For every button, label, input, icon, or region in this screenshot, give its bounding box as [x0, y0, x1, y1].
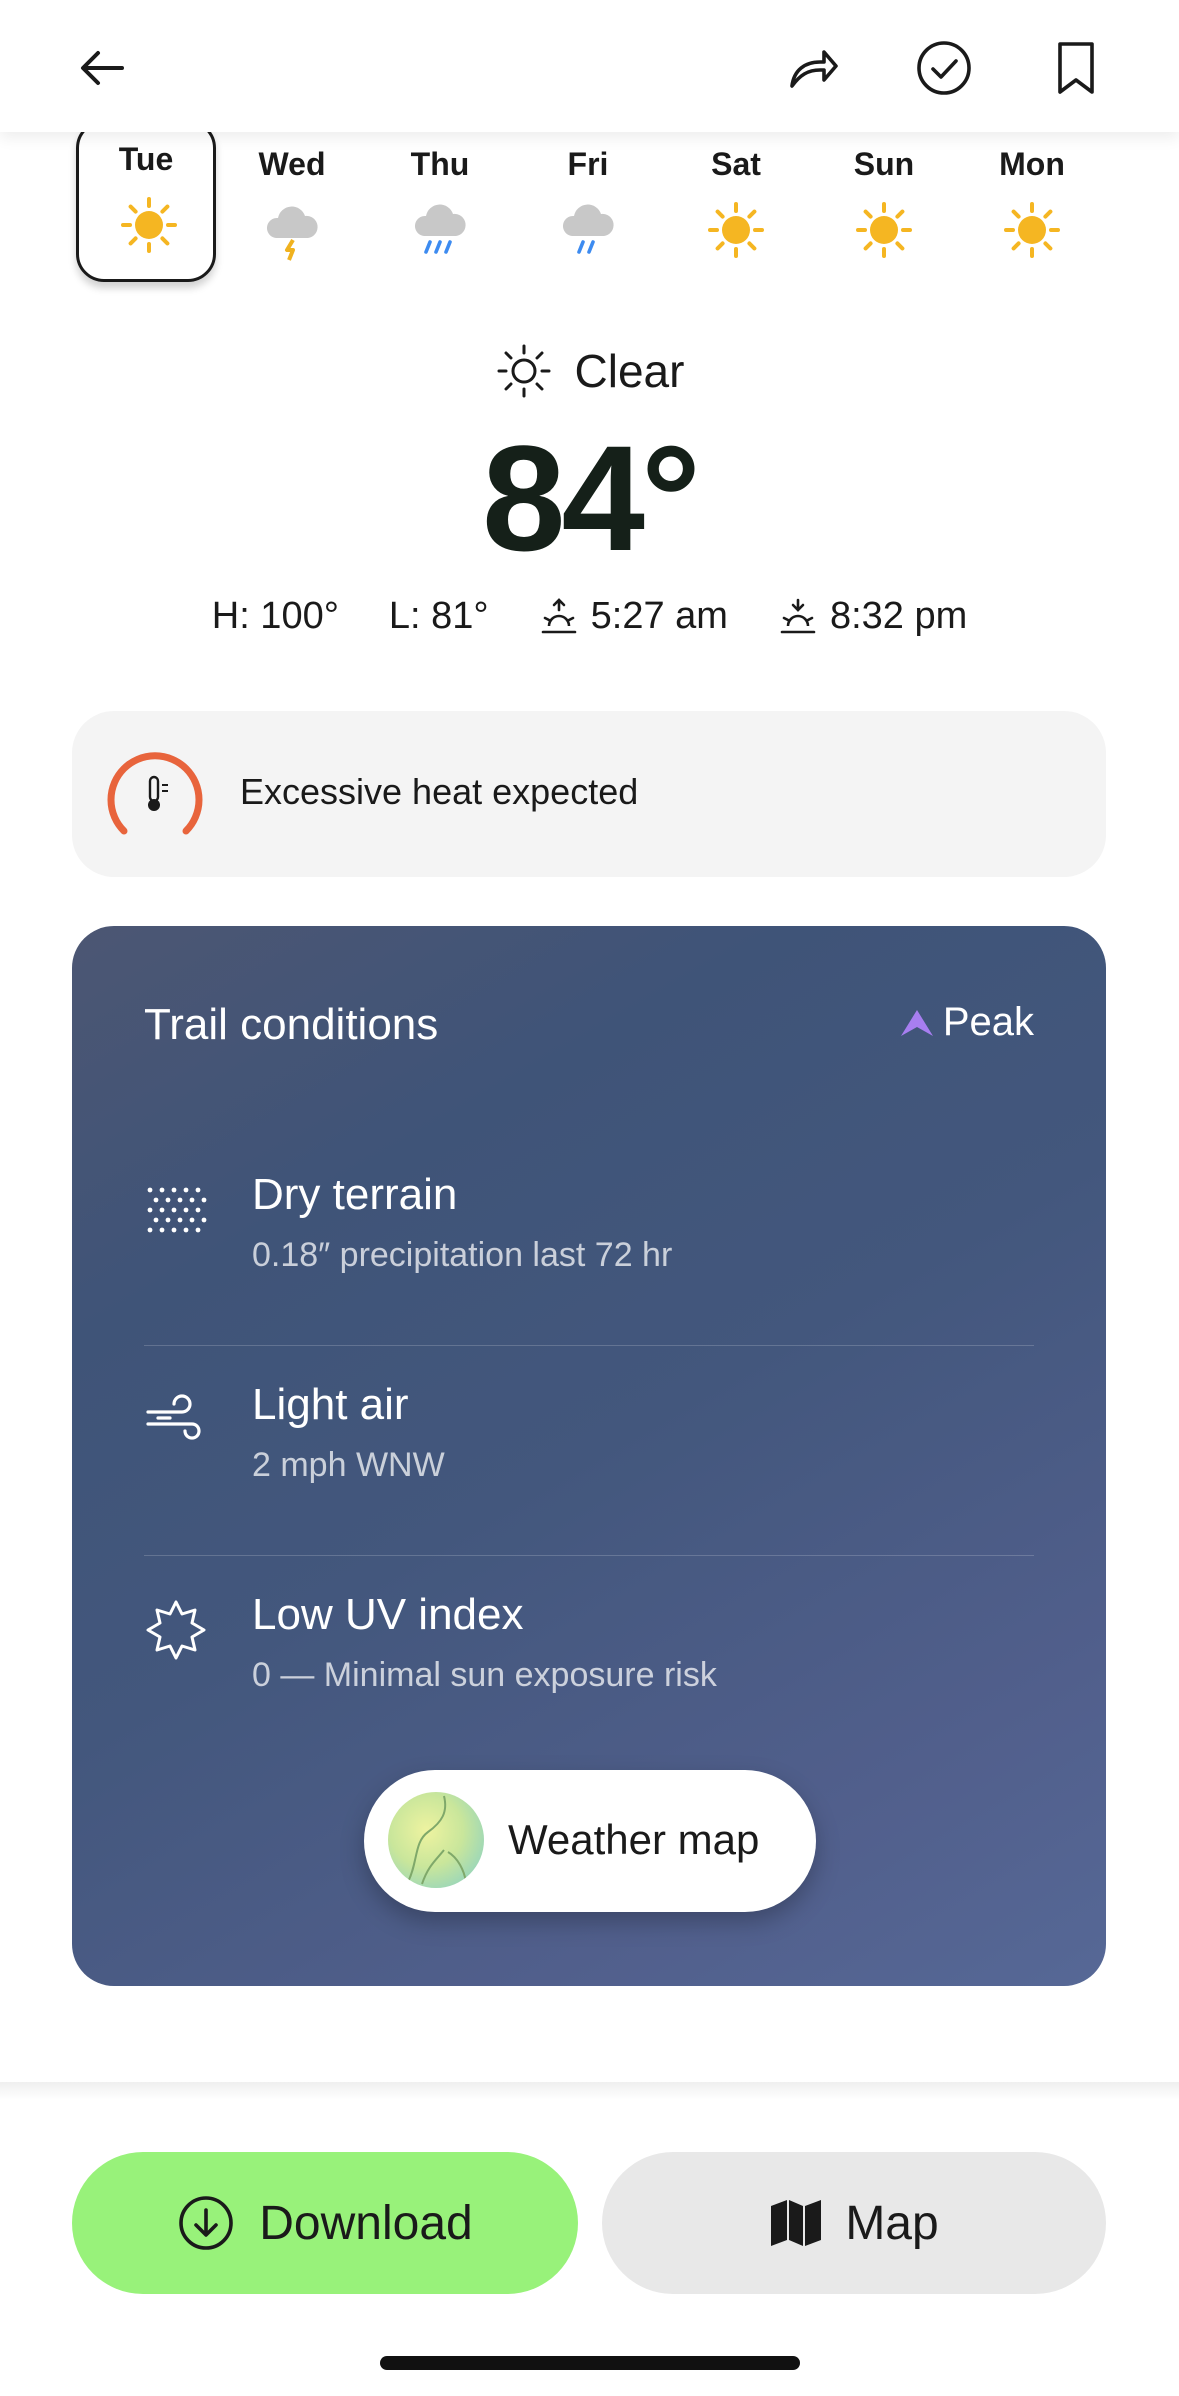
sunrise-icon [541, 598, 576, 634]
weather-map-label: Weather map [508, 1816, 760, 1863]
weather-map-button[interactable]: Weather map [364, 1770, 816, 1912]
back-button[interactable] [70, 36, 134, 100]
day-label: Wed [258, 146, 326, 182]
trail-item-terrain: Dry terrain 0.18″ precipitation last 72 … [144, 1136, 1034, 1346]
rain-icon [414, 204, 466, 254]
day-sat[interactable]: Sat [666, 128, 806, 290]
high-temp: H: 100° [211, 594, 339, 637]
terrain-dots-icon [147, 1187, 207, 1233]
day-thu[interactable]: Thu [370, 128, 510, 290]
low-temp: L: 81° [388, 594, 489, 637]
sunrise-time: 5:27 am [590, 594, 728, 637]
arrow-left-icon [81, 51, 124, 85]
day-sun[interactable]: Sun [814, 128, 954, 290]
day-label: Mon [999, 146, 1065, 182]
bookmark-button[interactable] [1044, 36, 1108, 100]
bookmark-icon [1058, 42, 1094, 94]
download-circle-icon [179, 2196, 234, 2250]
current-condition: Clear [0, 336, 1179, 406]
sunset-time: 8:32 pm [829, 594, 968, 637]
item-title: Light air [252, 1380, 409, 1429]
map-lines-icon [407, 1795, 467, 1885]
folded-map-icon [771, 2200, 822, 2246]
share-button[interactable] [780, 36, 844, 100]
sun-outline-icon [497, 344, 551, 398]
condition-label: Clear [574, 345, 685, 397]
day-label: Sun [853, 146, 915, 182]
sun-icon [856, 202, 912, 258]
trail-item-wind: Light air 2 mph WNW [144, 1346, 1034, 1556]
item-title: Dry terrain [252, 1170, 458, 1219]
heat-gauge-icon [107, 752, 203, 835]
item-detail: 2 mph WNW [252, 1446, 445, 1484]
day-stats: H: 100° L: 81° 5:27 am 8:32 pm [0, 586, 1179, 646]
sunset: 8:32 pm [778, 595, 967, 638]
rain-icon [562, 204, 614, 254]
card-title: Trail conditions [144, 1000, 439, 1049]
map-button[interactable]: Map [602, 2152, 1106, 2294]
day-label: Tue [118, 141, 174, 177]
day-label: Sat [711, 146, 761, 182]
item-title: Low UV index [252, 1590, 524, 1639]
peak-logo-icon [900, 1009, 933, 1036]
trail-conditions-card: Trail conditions Peak Dry terrain 0.18″ … [72, 926, 1106, 1986]
home-indicator[interactable] [380, 2356, 800, 2370]
peak-badge: Peak [897, 1000, 1034, 1045]
check-button[interactable] [912, 36, 976, 100]
sun-icon [1004, 202, 1060, 258]
download-label: Download [259, 2196, 473, 2250]
top-bar [0, 0, 1179, 132]
section-separator [0, 2082, 1179, 2100]
alert-text: Excessive heat expected [240, 771, 639, 812]
day-mon[interactable]: Mon [962, 128, 1102, 290]
map-thumbnail [388, 1792, 484, 1888]
share-arrow-icon [790, 50, 838, 88]
item-detail: 0 — Minimal sun exposure risk [252, 1656, 717, 1694]
wind-icon [146, 1394, 201, 1440]
sun-icon [121, 197, 177, 253]
map-label: Map [845, 2196, 939, 2250]
peak-label: Peak [942, 1000, 1034, 1044]
item-detail: 0.18″ precipitation last 72 hr [252, 1236, 673, 1274]
day-wed[interactable]: Wed [222, 128, 362, 290]
sunset-icon [780, 598, 816, 634]
day-selector: Tue Wed Thu Fri Sat Sun Mon [72, 120, 1112, 298]
download-button[interactable]: Download [72, 2152, 578, 2294]
sun-icon [708, 202, 764, 258]
trail-item-uv: Low UV index 0 — Minimal sun exposure ri… [144, 1556, 1034, 1766]
uv-sun-icon [146, 1600, 206, 1660]
check-circle-icon [917, 41, 971, 95]
sunrise: 5:27 am [539, 595, 728, 638]
day-label: Fri [567, 146, 609, 182]
current-temperature: 84° [482, 414, 701, 582]
thunderstorm-icon [266, 206, 318, 261]
heat-alert[interactable]: Excessive heat expected [72, 711, 1106, 877]
day-tue[interactable]: Tue [76, 120, 216, 282]
day-label: Thu [410, 146, 470, 182]
day-fri[interactable]: Fri [518, 128, 658, 290]
